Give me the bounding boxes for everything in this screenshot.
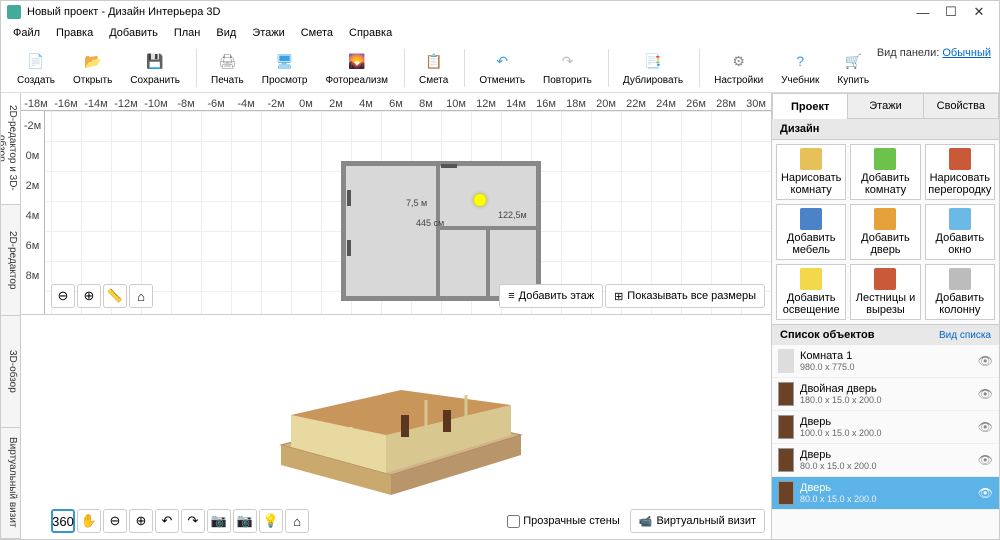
toolbar-Просмотр[interactable]: 🖥Просмотр <box>254 47 316 88</box>
camera2-icon[interactable]: 📷 <box>233 509 257 533</box>
maximize-button[interactable]: ☐ <box>937 3 965 21</box>
home-3d-icon[interactable]: ⌂ <box>285 509 309 533</box>
design-Нарисовать комнату[interactable]: Нарисовать комнату <box>776 144 846 200</box>
titlebar: Новый проект - Дизайн Интерьера 3D — ☐ ✕ <box>1 1 999 23</box>
object-row[interactable]: Комната 1980.0 x 775.0👁 <box>772 345 999 378</box>
right-tab-Этажи[interactable]: Этажи <box>848 93 923 119</box>
menu-Файл[interactable]: Файл <box>7 25 46 41</box>
design-Добавить освещение[interactable]: Добавить освещение <box>776 264 846 320</box>
design-Добавить окно[interactable]: Добавить окно <box>925 204 995 260</box>
zoom-in-icon[interactable]: ⊕ <box>77 284 101 308</box>
menu-План[interactable]: План <box>168 25 207 41</box>
left-tab-1[interactable]: 2D-редактор <box>1 205 20 317</box>
design-Добавить мебель[interactable]: Добавить мебель <box>776 204 846 260</box>
design-Добавить комнату[interactable]: Добавить комнату <box>850 144 920 200</box>
object-list-header: Список объектов Вид списка <box>772 324 999 345</box>
zoom-in-3d-icon[interactable]: ⊕ <box>129 509 153 533</box>
object-list: Комната 1980.0 x 775.0👁Двойная дверь180.… <box>772 345 999 539</box>
undo-3d-icon[interactable]: ↶ <box>155 509 179 533</box>
menu-Вид[interactable]: Вид <box>210 25 242 41</box>
menu-Справка[interactable]: Справка <box>343 25 398 41</box>
ruler-icon[interactable]: 📏 <box>103 284 127 308</box>
design-Лестницы и вырезы[interactable]: Лестницы и вырезы <box>850 264 920 320</box>
visibility-icon[interactable]: 👁 <box>978 387 993 401</box>
ruler-horizontal: -18м-16м-14м-12м-10м-8м-6м-4м-2м0м2м4м6м… <box>21 93 771 111</box>
right-tab-Проект[interactable]: Проект <box>772 93 848 119</box>
toolbar-Сохранить[interactable]: 💾Сохранить <box>122 47 188 88</box>
window-title: Новый проект - Дизайн Интерьера 3D <box>27 6 220 18</box>
right-tab-Свойства[interactable]: Свойства <box>924 93 999 119</box>
toolbar-Дублировать[interactable]: 📑Дублировать <box>615 47 691 88</box>
right-panel: ПроектЭтажиСвойства Дизайн Нарисовать ко… <box>771 93 999 539</box>
design-grid: Нарисовать комнатуДобавить комнатуНарисо… <box>772 140 999 324</box>
left-tab-3[interactable]: Виртуальный визит <box>1 428 20 540</box>
design-Добавить колонну[interactable]: Добавить колонну <box>925 264 995 320</box>
rotate-icon[interactable]: 360 <box>51 509 75 533</box>
visibility-icon[interactable]: 👁 <box>978 420 993 434</box>
toolbar-Настройки[interactable]: ⚙Настройки <box>706 47 771 88</box>
toolbar-Повторить[interactable]: ↷Повторить <box>535 47 600 88</box>
view2d-toolbar: ⊖ ⊕ 📏 ⌂ ≡Добавить этаж ⊞Показывать все р… <box>51 284 765 308</box>
transparent-walls-checkbox[interactable]: Прозрачные стены <box>507 515 619 528</box>
toolbar-Купить[interactable]: 🛒Купить <box>829 47 877 88</box>
visibility-icon[interactable]: 👁 <box>978 453 993 467</box>
menu-Добавить[interactable]: Добавить <box>103 25 164 41</box>
zoom-out-3d-icon[interactable]: ⊖ <box>103 509 127 533</box>
light-marker[interactable] <box>474 194 486 206</box>
home-icon[interactable]: ⌂ <box>129 284 153 308</box>
add-floor-button[interactable]: ≡Добавить этаж <box>499 284 603 308</box>
close-button[interactable]: ✕ <box>965 3 993 21</box>
left-tabs: 2D-редактор и 3D-обзор2D-редактор3D-обзо… <box>1 93 21 539</box>
object-row[interactable]: Дверь80.0 x 15.0 x 200.0👁 <box>772 477 999 510</box>
toolbar-Открыть[interactable]: 📂Открыть <box>65 47 120 88</box>
floor-plan[interactable]: 7,5 м 445 см 122,5м <box>341 161 541 301</box>
left-tab-2[interactable]: 3D-обзор <box>1 316 20 428</box>
visibility-icon[interactable]: 👁 <box>978 354 993 368</box>
toolbar-Фотореализм[interactable]: 🌄Фотореализм <box>317 47 396 88</box>
show-dimensions-button[interactable]: ⊞Показывать все размеры <box>605 284 765 308</box>
room-3d-model[interactable] <box>261 335 541 505</box>
toolbar-Смета[interactable]: 📋Смета <box>411 47 456 88</box>
menubar: ФайлПравкаДобавитьПланВидЭтажи СметаСправ… <box>1 23 999 43</box>
pan-icon[interactable]: ✋ <box>77 509 101 533</box>
panel-mode: Вид панели: Обычный <box>877 47 991 59</box>
design-Добавить дверь[interactable]: Добавить дверь <box>850 204 920 260</box>
visibility-icon[interactable]: 👁 <box>978 486 993 500</box>
right-tabs: ПроектЭтажиСвойства <box>772 93 999 119</box>
toolbar-Печать[interactable]: 🖨Печать <box>203 47 252 88</box>
main-toolbar: 📄Создать📂Открыть💾Сохранить 🖨Печать🖥Просмо… <box>1 43 999 93</box>
object-row[interactable]: Дверь80.0 x 15.0 x 200.0👁 <box>772 444 999 477</box>
zoom-out-icon[interactable]: ⊖ <box>51 284 75 308</box>
left-tab-0[interactable]: 2D-редактор и 3D-обзор <box>1 93 20 205</box>
panel-mode-link[interactable]: Обычный <box>942 47 991 59</box>
toolbar-Создать[interactable]: 📄Создать <box>9 47 63 88</box>
light-icon[interactable]: 💡 <box>259 509 283 533</box>
toolbar-Отменить[interactable]: ↶Отменить <box>471 47 533 88</box>
menu-Правка[interactable]: Правка <box>50 25 99 41</box>
camera-icon[interactable]: 📷 <box>207 509 231 533</box>
view-2d[interactable]: -2м0м2м4м6м8м 7,5 м 445 см 122,5м ⊖ ⊕ 📏 … <box>21 111 771 315</box>
ruler-vertical: -2м0м2м4м6м8м <box>21 111 45 314</box>
design-Нарисовать перегородку[interactable]: Нарисовать перегородку <box>925 144 995 200</box>
menu-Этажи[interactable]: Этажи <box>246 25 290 41</box>
virtual-visit-button[interactable]: 📹Виртуальный визит <box>630 509 765 533</box>
menu-Смета[interactable]: Смета <box>295 25 339 41</box>
list-view-link[interactable]: Вид списка <box>939 330 991 341</box>
app-icon <box>7 5 21 19</box>
object-row[interactable]: Двойная дверь180.0 x 15.0 x 200.0👁 <box>772 378 999 411</box>
minimize-button[interactable]: — <box>909 3 937 21</box>
design-group-header: Дизайн <box>772 119 999 140</box>
redo-3d-icon[interactable]: ↷ <box>181 509 205 533</box>
object-row[interactable]: Дверь100.0 x 15.0 x 200.0👁 <box>772 411 999 444</box>
toolbar-Учебник[interactable]: ?Учебник <box>773 47 827 88</box>
view-3d[interactable]: 360 ✋ ⊖ ⊕ ↶ ↷ 📷 📷 💡 ⌂ Прозрачные стены 📹… <box>21 315 771 539</box>
view3d-toolbar: 360 ✋ ⊖ ⊕ ↶ ↷ 📷 📷 💡 ⌂ Прозрачные стены 📹… <box>51 509 765 533</box>
